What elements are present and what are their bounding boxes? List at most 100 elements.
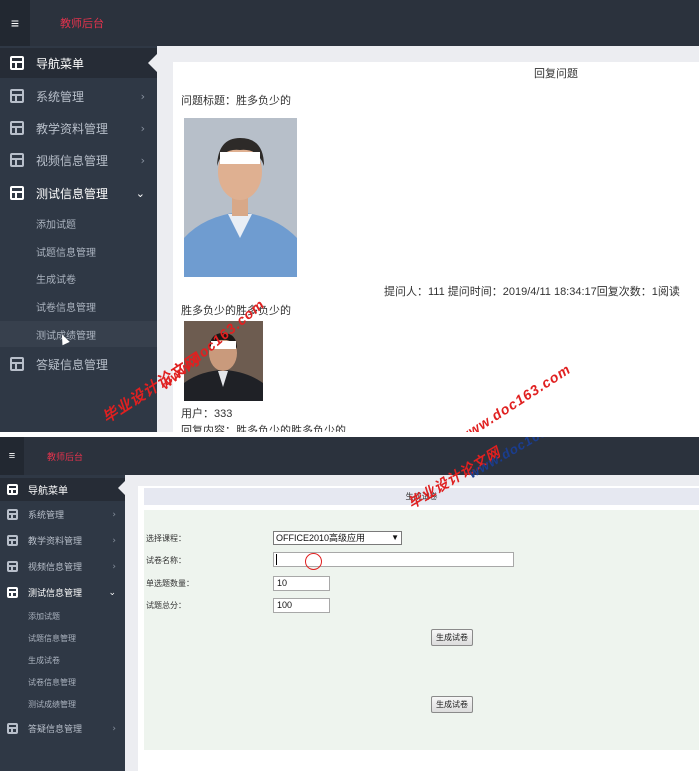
paper-name-label: 试卷名称： [146,556,186,565]
nav-label: 答疑信息管理 [36,357,109,372]
subnav-label: 试卷信息管理 [28,678,76,687]
nav-label: 系统管理 [28,510,65,520]
chevron-right-icon: › [112,535,116,546]
text-caret [276,554,277,565]
total-score-label: 试题总分： [146,601,186,610]
brand-title: 教师后台 [47,453,84,463]
layout-icon [7,509,18,520]
nav-label: 教学资料管理 [28,536,83,546]
generate-paper-screenshot: ≡ 教师后台 导航菜单 系统管理 › 教学资料管理 › 视频信息管理 › 测试信… [0,437,699,771]
top-bar: ≡ 教师后台 [0,0,699,46]
subnav-test-scores[interactable]: 测试成绩管理 [0,321,157,347]
layout-icon [10,153,24,167]
chevron-right-icon: › [140,121,145,135]
subnav-label: 试题信息管理 [36,247,96,259]
layout-icon [7,561,18,572]
generate-paper-form: 选择课程： OFFICE2010高级应用 ▼ 试卷名称： 单选题数量： 10 试… [144,510,699,750]
subnav-test-scores[interactable]: 测试成绩管理 [0,694,125,715]
nav-header: 导航菜单 [0,48,157,78]
total-score-input[interactable]: 100 [273,598,330,613]
chevron-right-icon: › [140,153,145,167]
chevron-down-icon: ⌄ [135,186,145,200]
layout-icon [10,186,24,200]
subnav-label: 测试成绩管理 [28,700,76,709]
sidebar: 导航菜单 系统管理 › 教学资料管理 › 视频信息管理 › 测试信息管理 ⌄ 添… [0,475,125,771]
chevron-right-icon: › [112,723,116,734]
chevron-right-icon: › [112,509,116,520]
question-meta: 提问人：111 提问时间：2019/4/11 18:34:17回复次数：1阅读 [384,286,680,298]
brand-title: 教师后台 [60,17,104,30]
chevron-right-icon: › [140,89,145,103]
main-content: 回复问题 问题标题：胜多负少的 提问人：111 提问时间：2019/4/11 1… [173,62,699,432]
generate-paper-button[interactable]: 生成试卷 [431,629,473,646]
page-title: 回复问题 [534,68,578,80]
click-indicator-icon [305,553,322,570]
nav-label: 系统管理 [36,89,85,104]
main-content: 生成试卷 选择课程： OFFICE2010高级应用 ▼ 试卷名称： 单选题数量：… [138,486,699,771]
subnav-paper-info[interactable]: 试卷信息管理 [0,672,125,693]
sidebar-notch [118,481,125,495]
subnav-generate-paper[interactable]: 生成试卷 [0,265,157,291]
top-bar: ≡ 教师后台 [0,437,699,475]
nav-label: 答疑信息管理 [28,724,83,734]
person-image [184,118,297,277]
nav-test[interactable]: 测试信息管理 ⌄ [0,180,157,206]
nav-label: 测试信息管理 [36,186,109,201]
subnav-label: 添加试题 [28,612,60,621]
subnav-add-question[interactable]: 添加试题 [0,606,125,627]
layout-icon [7,535,18,546]
nav-video[interactable]: 视频信息管理 › [0,147,157,173]
menu-toggle-button[interactable]: ≡ [0,437,24,475]
nav-system[interactable]: 系统管理 › [0,504,125,525]
course-select[interactable]: OFFICE2010高级应用 ▼ [273,531,402,545]
generate-paper-button-2[interactable]: 生成试卷 [431,696,473,713]
subnav-label: 生成试卷 [28,656,60,665]
nav-teaching-materials[interactable]: 教学资料管理 › [0,530,125,551]
course-select-value: OFFICE2010高级应用 [276,533,366,543]
layout-icon [7,723,18,734]
asker-photo [184,118,297,277]
subnav-label: 添加试题 [36,219,76,231]
question-title: 问题标题：胜多负少的 [181,95,291,107]
nav-qa[interactable]: 答疑信息管理 › [0,718,125,739]
nav-header: 导航菜单 [0,478,125,501]
single-choice-count-label: 单选题数量： [146,579,194,588]
reply-content: 回复内容：胜多负少的胜多负少的 [181,425,346,432]
nav-test[interactable]: 测试信息管理 ⌄ [0,582,125,603]
menu-toggle-button[interactable]: ≡ [0,0,30,46]
subnav-paper-info[interactable]: 试卷信息管理 [0,293,157,319]
hamburger-icon: ≡ [8,450,16,462]
nav-teaching-materials[interactable]: 教学资料管理 › [0,115,157,141]
sidebar-notch [148,54,157,72]
nav-qa[interactable]: 答疑信息管理 [0,351,157,377]
sidebar: 导航菜单 系统管理 › 教学资料管理 › 视频信息管理 › 测试信息管理 ⌄ 添… [0,46,157,432]
subnav-generate-paper[interactable]: 生成试卷 [0,650,125,671]
layout-icon [10,121,24,135]
nav-label: 视频信息管理 [28,562,83,572]
nav-header-label: 导航菜单 [36,56,85,71]
layout-icon [10,56,24,70]
reply-question-screenshot: ≡ 教师后台 导航菜单 系统管理 › 教学资料管理 › 视频信息管理 › 测试信… [0,0,699,432]
nav-header-label: 导航菜单 [28,486,68,497]
subnav-question-info[interactable]: 试题信息管理 [0,238,157,264]
subnav-add-question[interactable]: 添加试题 [0,210,157,236]
reply-user: 用户：333 [181,408,233,420]
layout-icon [10,89,24,103]
course-label: 选择课程： [146,534,186,543]
hamburger-icon: ≡ [10,15,20,31]
nav-system[interactable]: 系统管理 › [0,83,157,109]
subnav-label: 生成试卷 [36,274,76,286]
subnav-question-info[interactable]: 试题信息管理 [0,628,125,649]
chevron-right-icon: › [112,561,116,572]
layout-icon [10,357,24,371]
chevron-down-icon: ▼ [391,533,399,542]
chevron-down-icon: ⌄ [108,587,116,598]
nav-label: 教学资料管理 [36,121,109,136]
nav-label: 视频信息管理 [36,153,109,168]
subnav-label: 试卷信息管理 [36,302,96,314]
nav-video[interactable]: 视频信息管理 › [0,556,125,577]
nav-label: 测试信息管理 [28,588,83,598]
subnav-label: 试题信息管理 [28,634,76,643]
layout-icon [7,484,18,495]
single-choice-count-input[interactable]: 10 [273,576,330,591]
